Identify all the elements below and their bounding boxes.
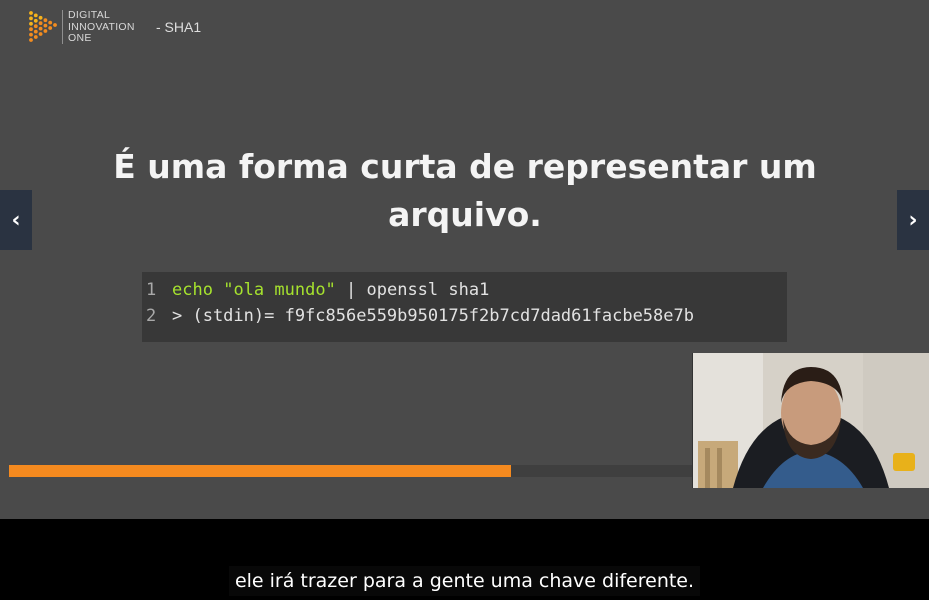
brand-name-line: ONE (68, 32, 92, 44)
caption-text: ele irá trazer para a gente uma chave di… (228, 566, 701, 596)
progress-fill (9, 465, 511, 477)
previous-slide-button[interactable]: ‹ (0, 190, 32, 250)
code-line: 2 > (stdin)= f9fc856e559b950175f2b7cd7dad… (146, 303, 787, 329)
logo-icon (29, 11, 57, 42)
next-slide-button[interactable]: › (897, 190, 929, 250)
slide-progress-bar (9, 465, 692, 477)
video-slide: DIGITAL INNOVATION ONE - SHA1 É uma form… (0, 0, 929, 519)
line-number: 2 (146, 306, 157, 326)
brand-divider (62, 10, 63, 44)
chevron-right-icon: › (908, 207, 918, 233)
slide-title: É uma forma curta de representar um arqu… (113, 147, 817, 234)
code-keyword: echo (172, 280, 213, 300)
subtitle-caption: ele irá trazer para a gente uma chave di… (0, 566, 929, 596)
brand-name-line: DIGITAL (68, 9, 111, 21)
slide-tag: - SHA1 (156, 19, 202, 35)
chevron-left-icon: ‹ (11, 207, 21, 233)
code-text: > (stdin)= f9fc856e559b950175f2b7cd7dad6… (172, 306, 694, 326)
code-string: "ola mundo" (223, 280, 336, 300)
code-block: 1 echo "ola mundo" | openssl sha1 2 > (std… (142, 272, 787, 342)
webcam-video (692, 353, 929, 488)
code-text: | openssl sha1 (335, 280, 490, 300)
brand-name: DIGITAL INNOVATION ONE (68, 9, 135, 45)
presenter-image (693, 353, 929, 488)
line-number: 1 (146, 280, 157, 300)
code-line: 1 echo "ola mundo" | openssl sha1 (146, 277, 787, 303)
